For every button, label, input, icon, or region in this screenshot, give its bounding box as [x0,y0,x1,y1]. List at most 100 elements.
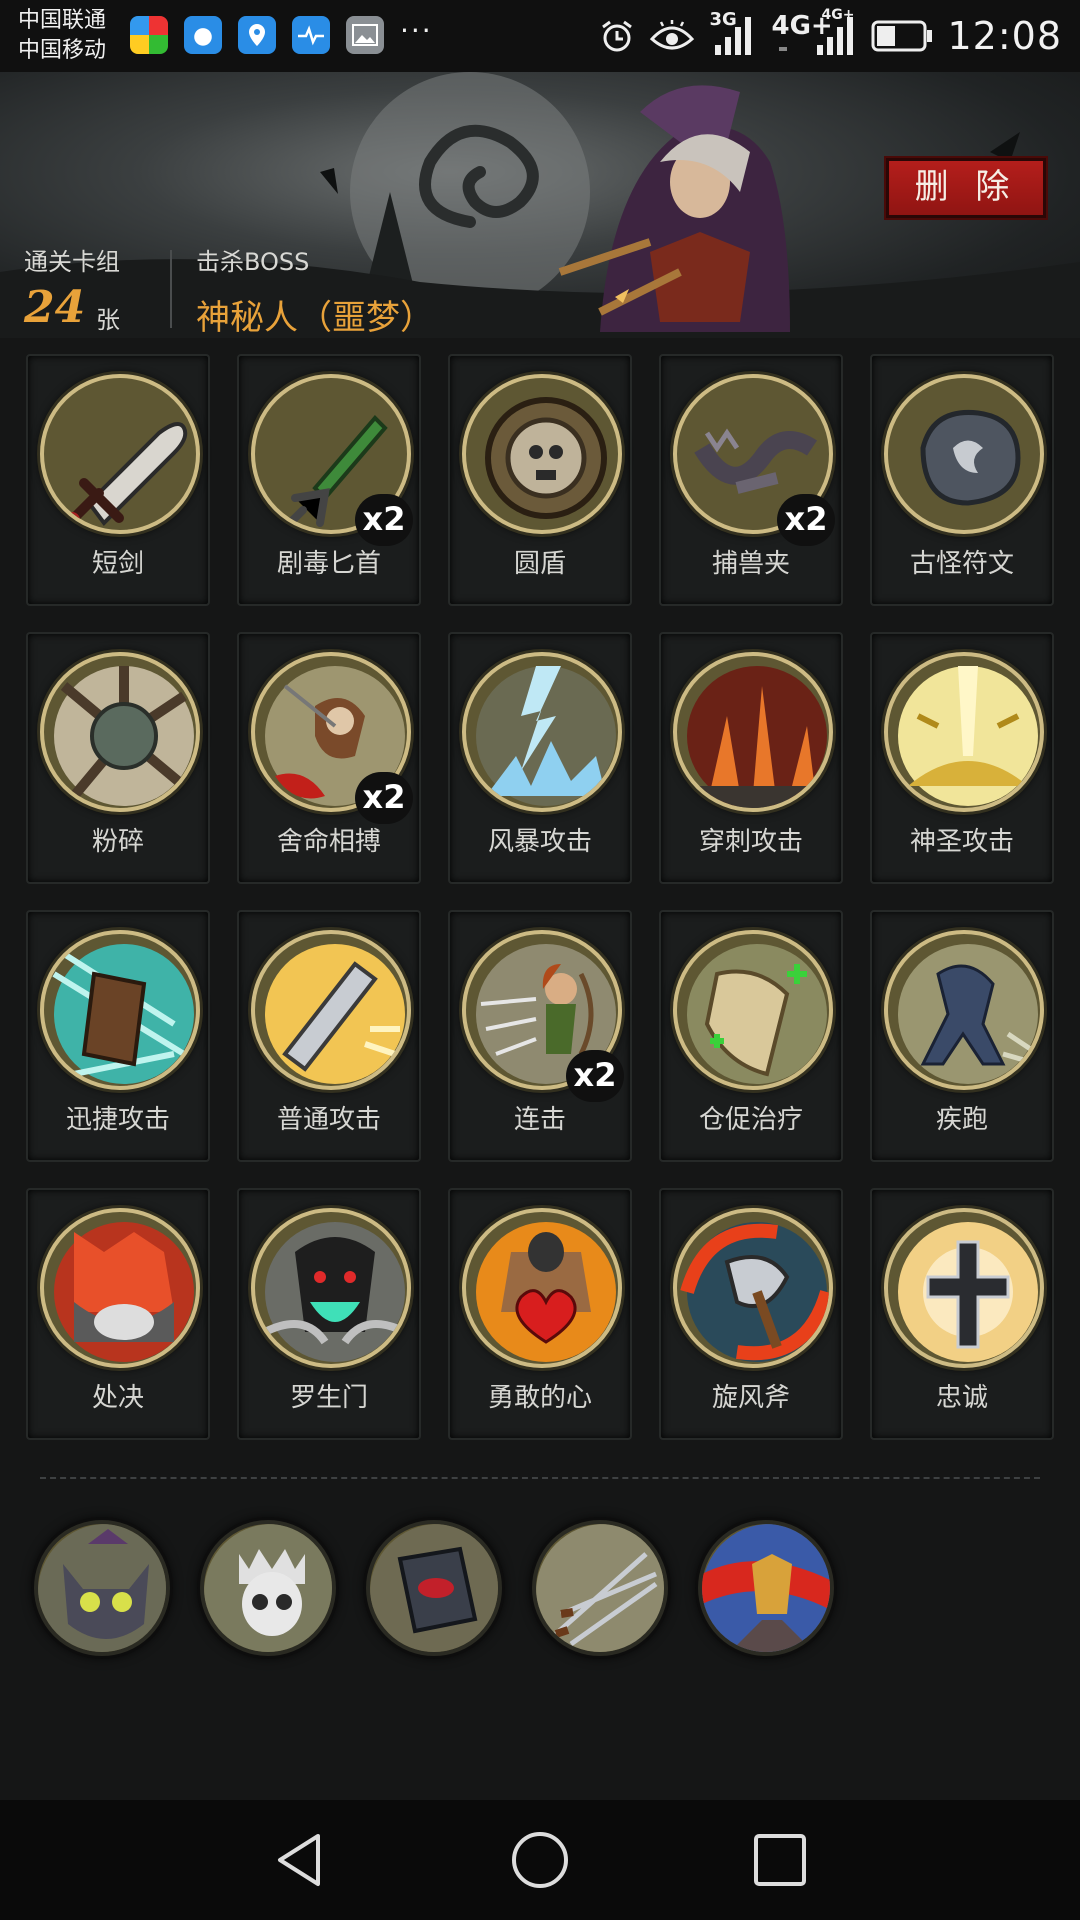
card-emblem [673,652,833,812]
card-emblem [462,374,622,534]
card-item[interactable]: 粉碎 [26,632,210,884]
card-emblem [40,930,200,1090]
card-item[interactable]: 忠诚 [870,1188,1054,1440]
rune-stone-icon [920,409,1021,506]
signal-bars-icon [779,17,854,55]
card-item[interactable]: 穿刺攻击 [659,632,843,884]
whirlwind-axe-icon [680,1222,829,1362]
relic-item[interactable] [34,1520,170,1656]
relic-item[interactable] [366,1520,502,1656]
card-item[interactable]: 神圣攻击 [870,632,1054,884]
relic-item[interactable] [532,1520,668,1656]
card-name: 舍命相搏 [276,827,381,857]
cards-label: 通关卡组 [24,248,120,276]
health-app-icon [292,16,330,54]
card-item[interactable]: x2 连击 [448,910,632,1162]
card-item[interactable]: x2 捕兽夹 [659,354,843,606]
deck-header: 通关卡组 24 张 击杀BOSS 神秘人（噩梦） 删 除 [0,72,1080,338]
deck-stats: 通关卡组 24 张 击杀BOSS 神秘人（噩梦） [0,240,1080,338]
brave-heart-icon [476,1222,616,1362]
signal-bars-icon [715,17,752,55]
sprint-icon [898,944,1040,1084]
card-emblem [40,652,200,812]
delete-button[interactable]: 删 除 [884,156,1048,220]
card-item[interactable]: 圆盾 [448,354,632,606]
warrior-banner-relic-icon [702,1524,830,1652]
card-name: 穿刺攻击 [698,827,803,857]
card-emblem [884,930,1044,1090]
card-emblem [673,930,833,1090]
holy-attack-icon [898,666,1038,806]
more-notifications-icon: ··· [400,14,433,47]
dagger-icon [64,422,188,528]
signal-3g: 3G [709,9,757,59]
loyalty-cross-icon [898,1222,1038,1362]
qq-browser-app-icon [184,16,222,54]
gallery-app-icon [346,16,384,54]
browser-app-icon [130,16,168,54]
recent-apps-icon[interactable] [748,1828,812,1892]
card-emblem [40,374,200,534]
back-icon[interactable] [268,1828,332,1892]
card-emblem [40,1208,200,1368]
hasty-heal-icon [687,944,827,1084]
card-name: 忠诚 [935,1383,988,1413]
relic-item[interactable] [698,1520,834,1656]
eye-comfort-icon [650,20,695,50]
card-item[interactable]: x2 剧毒匕首 [237,354,421,606]
card-emblem [884,374,1044,534]
carrier-1: 中国联通 [18,8,107,33]
card-name: 连击 [513,1105,566,1135]
card-emblem [251,1208,411,1368]
section-divider [40,1477,1040,1479]
card-item[interactable]: 短剑 [26,354,210,606]
card-name: 罗生门 [289,1383,368,1413]
status-bar: 中国联通 中国移动 ··· 3G 4G+ 4G+ 12:08 [0,0,1080,72]
home-icon[interactable] [508,1828,572,1892]
card-item[interactable]: 罗生门 [237,1188,421,1440]
card-name: 旋风斧 [711,1383,790,1413]
card-count-badge: x2 [355,772,413,824]
pierce-attack-icon [677,666,829,808]
card-count-badge: x2 [777,494,835,546]
card-item[interactable]: 处决 [26,1188,210,1440]
thrown-daggers-relic-icon [536,1524,664,1652]
rashomon-icon [263,1222,407,1362]
carrier-2: 中国移动 [18,38,107,63]
round-shield-icon [485,397,607,519]
card-item[interactable]: 古怪符文 [870,354,1054,606]
signal-4g: 4G+ 4G+ [771,7,857,59]
card-name: 圆盾 [513,549,566,579]
card-item[interactable]: x2 舍命相搏 [237,632,421,884]
execute-icon [54,1222,194,1362]
swift-attack-icon [52,944,194,1084]
alarm-icon [602,20,633,52]
card-item[interactable]: 疾跑 [870,910,1054,1162]
boss-name: 神秘人（噩梦） [196,298,434,338]
card-name: 勇敢的心 [487,1383,592,1413]
card-name: 短剑 [91,549,144,579]
navigation-bar [0,1800,1080,1920]
card-name: 粉碎 [91,827,144,857]
card-item[interactable]: 旋风斧 [659,1188,843,1440]
card-emblem [884,652,1044,812]
card-item[interactable]: 普通攻击 [237,910,421,1162]
cards-unit: 张 [96,306,120,334]
card-emblem [462,1208,622,1368]
storm-attack-icon [476,666,616,806]
crowned-skull-relic-icon [204,1524,332,1652]
card-emblem [884,1208,1044,1368]
card-item[interactable]: 仓促治疗 [659,910,843,1162]
card-item[interactable]: 勇敢的心 [448,1188,632,1440]
card-name: 迅捷攻击 [65,1105,170,1135]
cards-count: 24 [24,282,86,333]
card-item[interactable]: 风暴攻击 [448,632,632,884]
card-emblem [673,1208,833,1368]
card-emblem [462,652,622,812]
card-name: 神圣攻击 [909,827,1014,857]
clock: 12:08 [947,14,1062,58]
card-item[interactable]: 迅捷攻击 [26,910,210,1162]
relic-item[interactable] [200,1520,336,1656]
stat-divider [170,250,172,328]
card-emblem [251,930,411,1090]
